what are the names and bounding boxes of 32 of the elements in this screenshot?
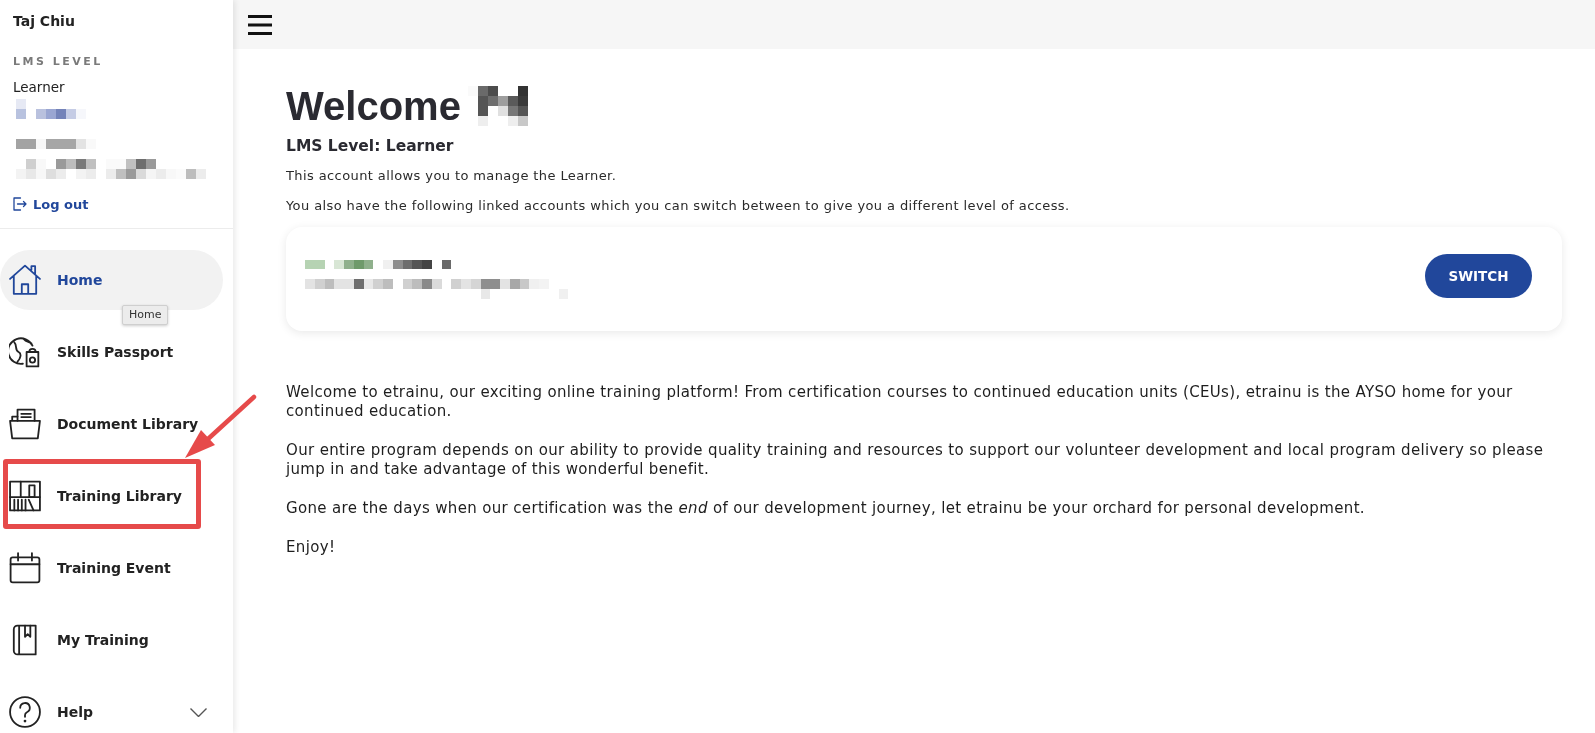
help-icon	[9, 696, 41, 728]
logout-link[interactable]: Log out	[13, 195, 89, 213]
logout-icon	[13, 197, 27, 211]
bookshelf-icon	[9, 480, 41, 512]
nav-item[interactable]: My Training	[0, 619, 223, 661]
switch-button[interactable]: SWITCH	[1425, 254, 1532, 298]
body-paragraph: Welcome to etrainu, our exciting online training platform! From certification courses to continued education units (CEUs), etrainu is the AYSO home for your continued education.	[286, 382, 1514, 421]
body-paragraph: Enjoy!	[286, 537, 337, 557]
house-icon	[9, 264, 41, 296]
user-name: Taj Chiu	[13, 12, 75, 30]
level-value: Learner	[13, 79, 65, 96]
calendar-icon	[9, 552, 41, 584]
redacted-block	[16, 98, 86, 119]
nav-item[interactable]: Document Library	[0, 403, 223, 445]
menu-icon[interactable]	[248, 14, 272, 35]
nav-item[interactable]: Skills Passport	[0, 331, 223, 373]
chevron-down-icon[interactable]	[190, 707, 207, 717]
globe-card-icon	[9, 336, 41, 368]
tooltip: Home	[122, 305, 169, 325]
level-label: LMS LEVEL	[13, 55, 103, 69]
folder-icon	[9, 408, 41, 440]
nav-item[interactable]: Help	[0, 691, 223, 733]
welcome-heading: Welcome	[286, 84, 461, 128]
nav-item[interactable]: Training Library	[0, 475, 223, 517]
nav-item[interactable]: Training Event	[0, 547, 223, 589]
nav-item[interactable]: Home	[0, 250, 223, 310]
body-paragraph: Gone are the days when our certification was the end of our development journey, let etrainu be your orchard for personal development.	[286, 498, 1366, 518]
linked-accounts-note: You also have the following linked accounts which you can switch between to give you a different level of access.	[286, 197, 1071, 215]
level-heading: LMS Level: Learner	[286, 135, 455, 156]
intro-text: This account allows you to manage the Learner.	[286, 167, 618, 185]
body-paragraph: Our entire program depends on our ability to provide quality training and resources to support our volunteer development and local program delivery so please jump in and take advantage of this wonderful benefit.	[286, 440, 1545, 479]
redacted-block	[467, 86, 528, 126]
